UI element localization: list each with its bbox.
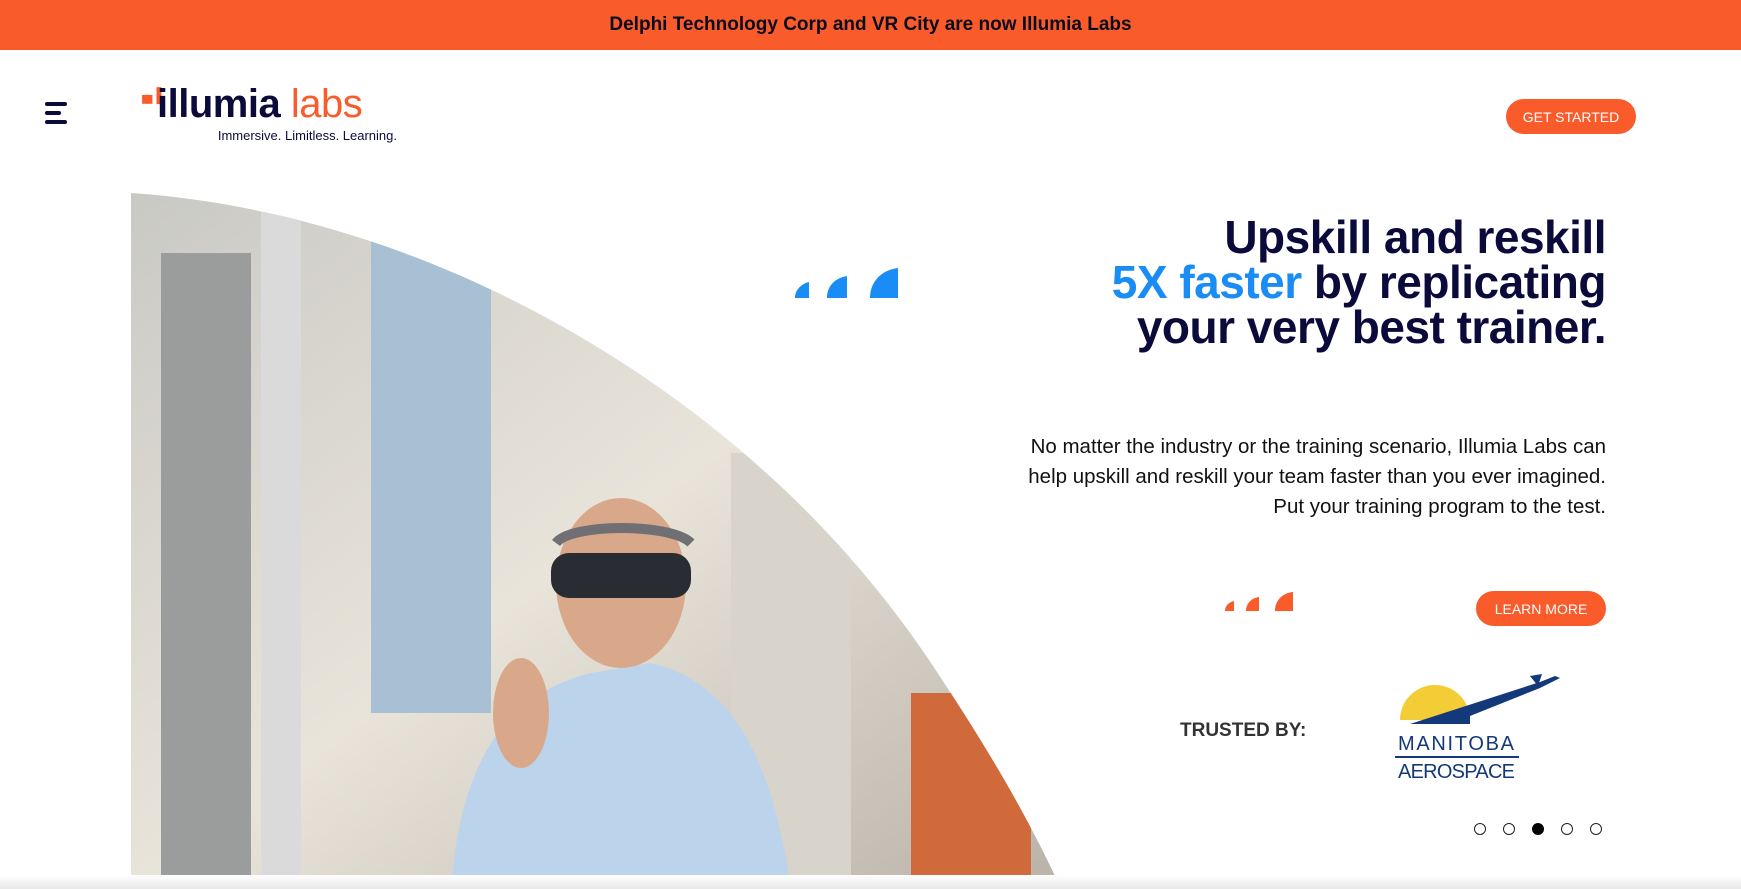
headline-line-3: your very best trainer. [1136, 301, 1607, 353]
carousel-dot-1[interactable] [1474, 823, 1486, 835]
carousel-dot-3[interactable] [1532, 823, 1544, 835]
logo[interactable]: ▗▖▌ illumia labs Immersive. Limitless. L… [137, 82, 399, 146]
manitoba-aerospace-logo: MANITOBA AEROSPACE [1395, 674, 1560, 783]
quote-marks-orange-icon [1225, 592, 1293, 611]
carousel-dot-5[interactable] [1590, 823, 1602, 835]
logo-word-main: illumia [157, 82, 281, 126]
partner-line-1: MANITOBA [1398, 733, 1518, 755]
headline-line-1: Upskill and reskill [1224, 211, 1606, 263]
quote-marks-blue-icon [795, 268, 898, 298]
hero-headline: Upskill and reskill 5X faster by replica… [986, 211, 1607, 353]
announcement-banner[interactable]: Delphi Technology Corp and VR City are n… [0, 0, 1741, 50]
hamburger-menu-icon[interactable] [45, 100, 69, 126]
carousel-pagination [1474, 823, 1602, 835]
carousel-dot-4[interactable] [1561, 823, 1573, 835]
logo-word-accent: labs [290, 82, 363, 126]
logo-tagline: Immersive. Limitless. Learning. [217, 128, 397, 143]
banner-text: Delphi Technology Corp and VR City are n… [609, 14, 1132, 35]
get-started-button[interactable]: GET STARTED [1506, 99, 1636, 134]
learn-more-button[interactable]: LEARN MORE [1476, 591, 1606, 626]
hero-description: No matter the industry or the training s… [1028, 435, 1606, 518]
hero-photo-vr-trainer [131, 193, 1061, 889]
trusted-by-label: TRUSTED BY: [1180, 720, 1307, 741]
partner-line-2: AEROSPACE [1398, 761, 1518, 783]
carousel-dot-2[interactable] [1503, 823, 1515, 835]
bottom-shadow [0, 875, 1741, 889]
